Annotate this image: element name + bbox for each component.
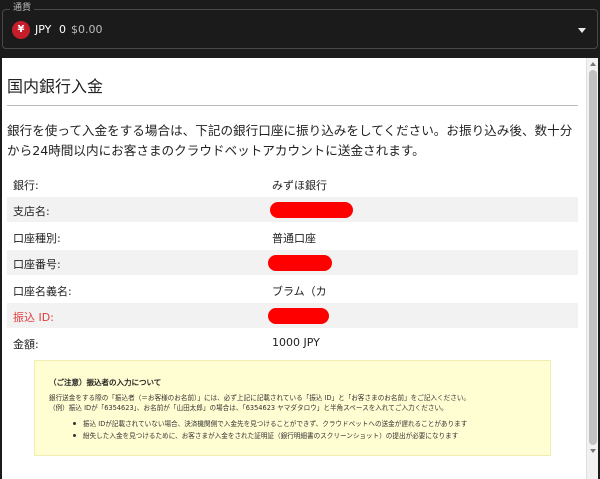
row-label: 金額: <box>13 338 39 351</box>
row-account-number: 口座番号: <box>7 250 578 275</box>
redacted-branch-name <box>270 202 353 218</box>
row-amount: 金額: 1000 JPY <box>7 330 578 355</box>
notice-example: （例）振込 IDが「6354623」、お名前が「山田太郎」の場合は、「63546… <box>49 404 448 412</box>
row-label: 振込 ID: <box>13 311 54 324</box>
deposit-panel: 国内銀行入金 銀行を使って入金をする場合は、下記の銀行口座に振り込みをしてくださ… <box>2 58 598 479</box>
row-value: 1000 JPY <box>272 336 320 349</box>
yen-icon: ¥ <box>12 21 30 39</box>
currency-legend: 通貨 <box>10 2 35 14</box>
currency-usd-value: $0.00 <box>71 23 103 36</box>
deposit-content: 国内銀行入金 銀行を使って入金をする場合は、下記の銀行口座に振り込みをしてくださ… <box>2 58 586 479</box>
redacted-transfer-id <box>268 308 329 324</box>
bullet-icon <box>73 434 76 437</box>
redacted-account-number <box>268 255 332 271</box>
currency-selector[interactable]: 通貨 ¥ JPY 0 $0.00 <box>2 2 598 54</box>
notice-title: （ご注意）振込者の入力について <box>49 378 162 387</box>
row-value: 普通口座 <box>272 232 316 245</box>
notice-box: （ご注意）振込者の入力について 銀行送金をする際の「振込者（＝お客様のお名前）」… <box>34 360 551 456</box>
notice-bullet: 振込 IDが記載されていない場合、決済機関側で入金先を見つけることができず、クラ… <box>83 420 468 428</box>
vertical-scrollbar[interactable] <box>586 58 598 479</box>
notice-bullet: 紛失した入金を見つけるために、お客さまが入金をされた証明証（銀行明細書のスクリー… <box>83 432 459 440</box>
row-label: 口座名義名: <box>13 285 72 298</box>
row-label: 口座種別: <box>13 232 61 245</box>
scroll-thumb[interactable] <box>589 70 597 445</box>
page-title: 国内銀行入金 <box>7 77 104 96</box>
notice-line: 銀行送金をする際の「振込者（＝お客様のお名前）」には、必ず上記に記載されている「… <box>49 394 471 402</box>
row-label: 口座番号: <box>13 258 61 271</box>
currency-code: JPY <box>35 23 52 36</box>
row-account-holder: 口座名義名: ブラム（カ <box>7 277 578 302</box>
chevron-down-icon[interactable] <box>578 28 586 33</box>
title-divider <box>7 105 578 106</box>
bullet-icon <box>73 422 76 425</box>
row-value: みずほ銀行 <box>272 179 327 192</box>
scroll-up-icon[interactable] <box>590 62 596 66</box>
row-account-type: 口座種別: 普通口座 <box>7 224 578 249</box>
row-label: 支店名: <box>13 205 50 218</box>
row-bank: 銀行: みずほ銀行 <box>7 171 578 196</box>
row-transfer-id: 振込 ID: <box>7 303 578 328</box>
currency-amount: 0 <box>59 23 66 36</box>
row-value: ブラム（カ <box>272 285 327 298</box>
row-branch: 支店名: <box>7 197 578 222</box>
deposit-intro-text: 銀行を使って入金をする場合は、下記の銀行口座に振り込みをしてください。お振り込み… <box>7 123 573 158</box>
row-label: 銀行: <box>13 179 39 192</box>
scroll-down-icon[interactable] <box>590 449 596 453</box>
